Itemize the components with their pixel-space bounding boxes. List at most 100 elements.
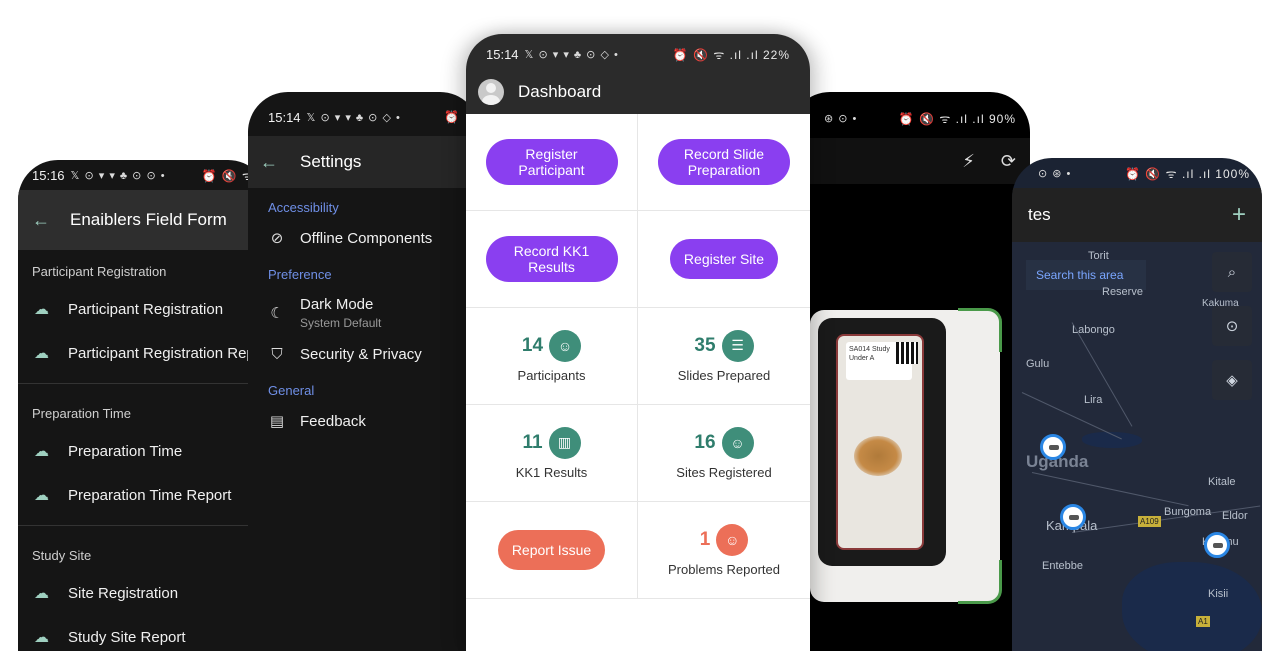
status-icons: 𝕏 ⊙ ▾ ▾ ♣ ⊙ ◇ •: [306, 111, 401, 124]
switch-camera-icon[interactable]: ⟳: [1001, 151, 1016, 172]
sample-smear: [854, 436, 902, 476]
moon-icon: ☾: [270, 305, 284, 322]
map-label: Entebbe: [1042, 560, 1083, 572]
section-header-accessibility: Accessibility: [268, 200, 339, 215]
highway-shield: A1: [1196, 616, 1210, 627]
microscope-slide: SA014 Study Under A: [836, 334, 924, 550]
page-title: Dashboard: [518, 82, 602, 101]
status-time: 15:16: [32, 167, 65, 183]
map-search-icon[interactable]: ⌕: [1212, 252, 1252, 292]
cloud-upload-icon: ☁: [34, 443, 49, 460]
form-item-label: Participant Registration Rep: [68, 344, 255, 362]
dashboard-cell: Record KK1 Results: [466, 211, 638, 308]
map-phone: ⊙ ⊛ • ⏰ 🔇 ᯤ .ıl .ıl 100% tes + Search th…: [1012, 158, 1262, 651]
register-participant-button[interactable]: Register Participant: [485, 139, 618, 185]
cloud-upload-icon: ☁: [34, 487, 49, 504]
slide-holder: SA014 Study Under A: [818, 318, 946, 566]
form-item-preparation-time[interactable]: ☁ Preparation Time: [18, 429, 268, 473]
status-icons: ⊙ ⊛ •: [1038, 167, 1072, 180]
scan-frame-corner: [958, 560, 1002, 604]
section-header-preference: Preference: [268, 267, 332, 282]
site-marker[interactable]: [1060, 504, 1086, 530]
cloud-upload-icon: ☁: [34, 585, 49, 602]
flash-icon[interactable]: ⚡: [962, 151, 975, 172]
form-item-label: Preparation Time Report: [68, 486, 232, 504]
form-item-label: Study Site Report: [68, 628, 186, 646]
avatar[interactable]: [478, 79, 504, 105]
status-right: ⏰ 🔇 ᯤ .ıl .ıl 22%: [672, 47, 790, 62]
stat-label: Problems Reported: [668, 561, 780, 577]
settings-item-label: Security & Privacy: [300, 346, 422, 363]
record-slide-preparation-button[interactable]: Record Slide Preparation: [658, 139, 790, 185]
document-icon: ▤: [269, 413, 285, 430]
back-arrow-icon[interactable]: ←: [32, 210, 50, 231]
page-title: Enaiblers Field Form: [70, 210, 227, 229]
settings-item-feedback[interactable]: ▤ Feedback: [248, 404, 480, 438]
cloud-upload-icon: ☁: [34, 345, 49, 362]
settings-item-value: System Default: [300, 316, 382, 330]
map-label: Gulu: [1026, 358, 1050, 370]
divider: [18, 383, 268, 384]
stat-participants: 14 ☺ Participants: [466, 308, 638, 405]
map-label: Kisii: [1208, 588, 1229, 600]
back-arrow-icon[interactable]: ←: [260, 152, 278, 173]
my-location-icon[interactable]: ⊙: [1212, 306, 1252, 346]
highway-shield: A109: [1138, 516, 1161, 527]
status-right: ⏰: [444, 110, 460, 124]
camera-toolbar: ⚡ ⟳: [790, 138, 1030, 184]
app-bar: ← Settings: [248, 136, 480, 188]
stat-value: 35: [694, 334, 716, 356]
user-star-icon: ☺: [721, 426, 754, 459]
stat-sites: 16 ☺ Sites Registered: [638, 405, 810, 502]
map-label: Labongo: [1072, 324, 1115, 336]
form-item-preparation-time-report[interactable]: ☁ Preparation Time Report: [18, 473, 268, 517]
page-title: tes: [1028, 205, 1051, 224]
report-issue-button[interactable]: Report Issue: [497, 530, 606, 570]
form-item-participant-registration[interactable]: ☁ Participant Registration: [18, 287, 268, 331]
qr-code-icon: [896, 342, 918, 364]
add-icon[interactable]: +: [1232, 201, 1246, 229]
stat-label: KK1 Results: [515, 464, 588, 480]
status-icons: 𝕏 ⊙ ▾ ▾ ♣ ⊙ ⊙ •: [70, 169, 166, 182]
app-bar: ← Enaiblers Field Form: [18, 190, 268, 250]
layers-icon[interactable]: ◈: [1212, 360, 1252, 400]
stat-value: 1: [699, 528, 711, 550]
register-site-button[interactable]: Register Site: [669, 239, 779, 279]
status-bar: 15:14 𝕏 ⊙ ▾ ▾ ♣ ⊙ ◇ • ⏰: [248, 92, 480, 136]
status-bar: 15:16 𝕏 ⊙ ▾ ▾ ♣ ⊙ ⊙ • ⏰ 🔇 ᯤ: [18, 160, 268, 190]
dashboard-cell: Register Site: [638, 211, 810, 308]
site-marker[interactable]: [1040, 434, 1066, 460]
scan-frame-corner: [958, 308, 1002, 352]
status-time: 15:14: [486, 46, 519, 62]
lake-victoria: [1122, 562, 1262, 651]
settings-phone: 15:14 𝕏 ⊙ ▾ ▾ ♣ ⊙ ◇ • ⏰ ← Settings Acces…: [248, 92, 480, 651]
user-star-icon: ☺: [549, 329, 582, 362]
map-label: Torit: [1088, 250, 1109, 262]
bar-chart-icon: ▥: [548, 426, 581, 459]
sites-map[interactable]: Search this area Torit Reserve Kakuma La…: [1012, 242, 1262, 651]
dashboard-grid: Register Participant Record Slide Prepar…: [466, 114, 810, 599]
section-header: Participant Registration: [32, 264, 167, 279]
form-section-participant: Participant Registration ☁ Participant R…: [18, 250, 268, 375]
record-kk1-results-button[interactable]: Record KK1 Results: [485, 236, 618, 282]
stat-value: 16: [694, 431, 716, 453]
settings-item-security[interactable]: ⛉ Security & Privacy: [248, 338, 480, 371]
form-item-study-site-report[interactable]: ☁ Study Site Report: [18, 615, 268, 651]
form-item-label: Preparation Time: [68, 442, 183, 460]
status-right: ⏰ 🔇 ᯤ .ıl .ıl 100%: [1125, 166, 1250, 181]
settings-item-offline[interactable]: ⊘ Offline Components: [248, 221, 480, 255]
form-section-preparation: Preparation Time ☁ Preparation Time ☁ Pr…: [18, 392, 268, 517]
stat-label: Slides Prepared: [677, 367, 771, 383]
form-item-site-registration[interactable]: ☁ Site Registration: [18, 571, 268, 615]
form-item-participant-registration-report[interactable]: ☁ Participant Registration Rep: [18, 331, 268, 375]
site-marker[interactable]: [1204, 532, 1230, 558]
form-section-study-site: Study Site ☁ Site Registration ☁ Study S…: [18, 534, 268, 651]
settings-item-label: Dark Mode: [300, 296, 374, 313]
field-form-phone: 15:16 𝕏 ⊙ ▾ ▾ ♣ ⊙ ⊙ • ⏰ 🔇 ᯤ ← Enaiblers …: [18, 160, 268, 651]
form-item-label: Participant Registration: [68, 300, 224, 318]
section-header: Study Site: [32, 548, 92, 563]
settings-item-dark-mode[interactable]: ☾ Dark Mode System Default: [248, 288, 480, 338]
status-right: ⏰ 🔇 ᯤ .ıl .ıl 90%: [898, 111, 1016, 126]
section-header-general: General: [268, 383, 315, 398]
app-bar: tes +: [1012, 188, 1262, 242]
